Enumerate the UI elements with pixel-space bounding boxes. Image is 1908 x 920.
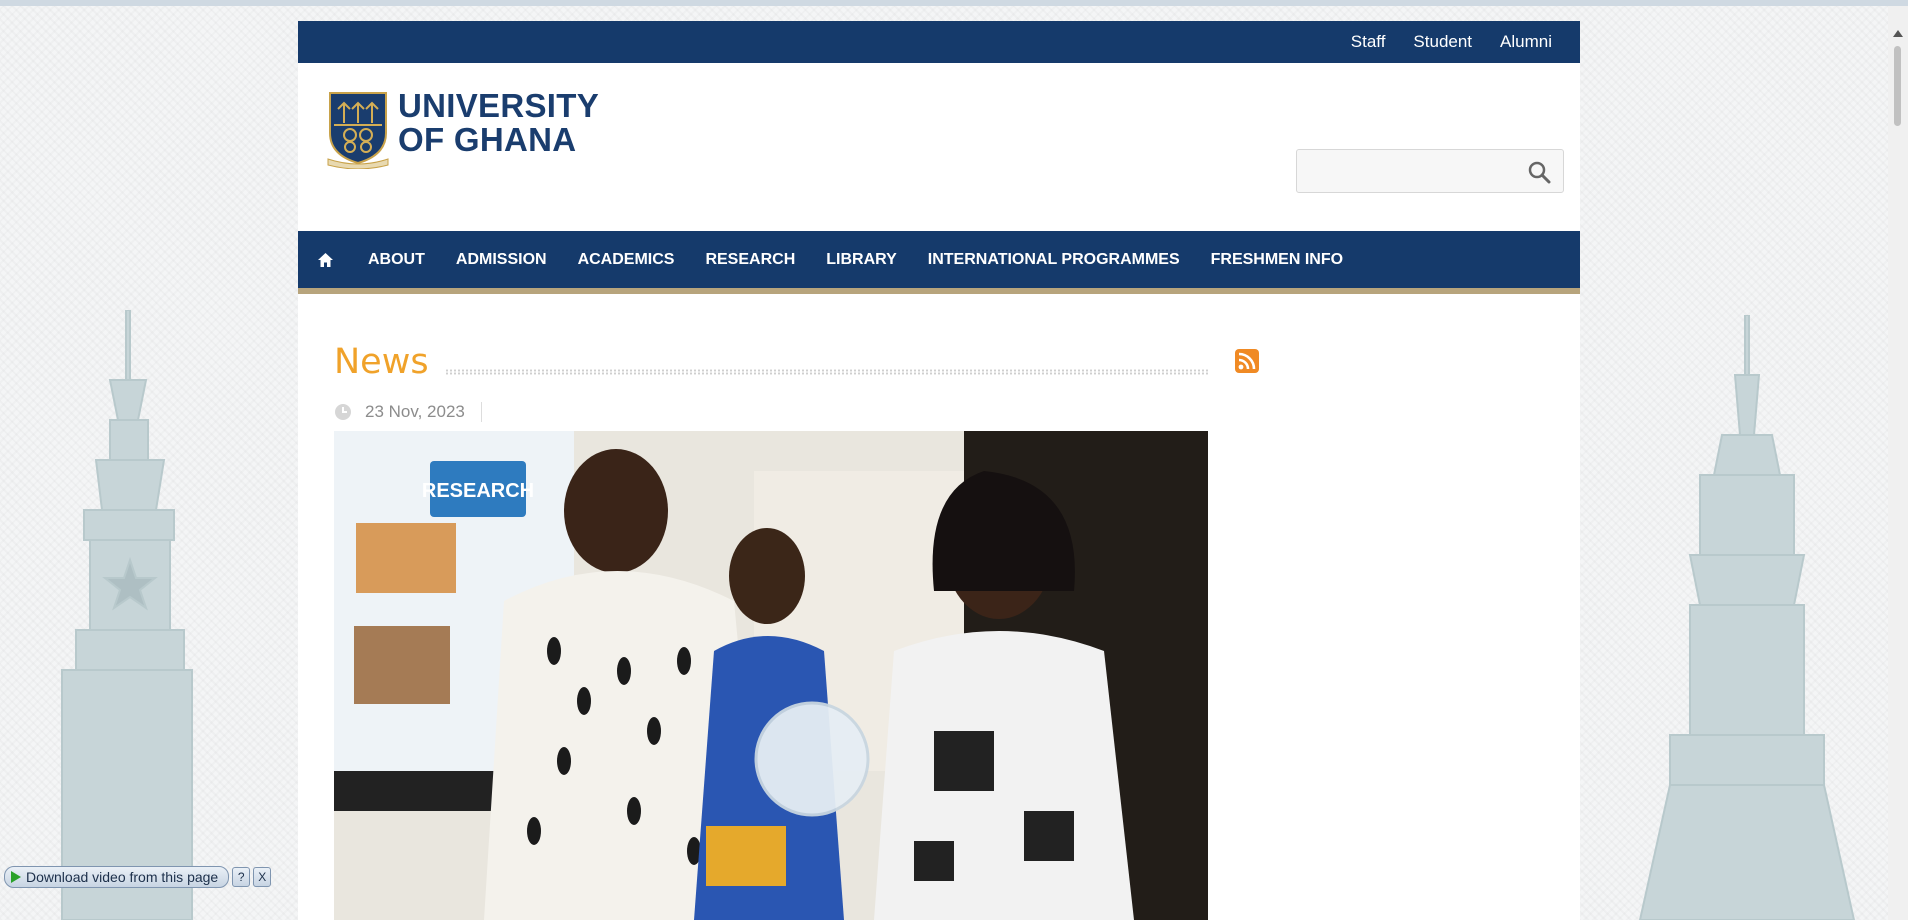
clock-tower-decoration-right [1638,315,1856,920]
news-title: News [334,342,429,382]
nav-item-research[interactable]: RESEARCH [705,251,795,269]
university-crest-icon [327,92,389,169]
download-close-button[interactable]: X [253,867,272,887]
search-box [1296,149,1564,193]
photo-sign-text: RESEARCH [422,480,534,502]
university-logo[interactable]: UNIVERSITY OF GHANA [326,89,599,169]
main-navigation: ABOUT ADMISSION ACADEMICS RESEARCH LIBRA… [298,231,1580,288]
nav-home[interactable] [300,231,350,288]
download-video-button[interactable]: Download video from this page [4,866,230,888]
news-section: News 23 Nov, 2023 [334,343,1208,423]
play-icon [11,871,21,883]
scroll-thumb[interactable] [1894,46,1901,126]
news-photo[interactable]: RESEARCH [334,431,1208,920]
article-date: 23 Nov, 2023 [365,402,482,422]
download-video-label: Download video from this page [26,869,219,885]
news-heading-row: News [334,343,1208,381]
dotted-divider [444,369,1208,375]
search-icon[interactable] [1527,160,1551,184]
nav-item-freshmen-info[interactable]: FRESHMEN INFO [1211,251,1343,269]
logo-wordmark: UNIVERSITY OF GHANA [398,89,599,157]
scroll-up-arrow-icon[interactable] [1893,30,1903,37]
utility-links: Staff Student Alumni [1351,21,1552,63]
download-video-bar: Download video from this page ? X [0,866,272,888]
clock-tower-decoration-left [61,310,193,920]
nav-item-admission[interactable]: ADMISSION [456,251,547,269]
site-header: UNIVERSITY OF GHANA +A A -A [298,63,1580,261]
logo-line-2: OF GHANA [398,121,577,158]
utility-bar: Staff Student Alumni [298,21,1580,63]
nav-item-library[interactable]: LIBRARY [826,251,897,269]
clock-icon [335,404,351,420]
vertical-scrollbar[interactable] [1888,6,1908,920]
home-icon [317,252,333,267]
nav-item-academics[interactable]: ACADEMICS [578,251,675,269]
nav-item-about[interactable]: ABOUT [368,251,425,269]
rss-feed-icon[interactable] [1235,349,1259,373]
staff-link[interactable]: Staff [1351,32,1386,52]
page-container: Staff Student Alumni UNIVERSITY OF GHANA [298,21,1580,920]
article-meta: 23 Nov, 2023 [334,401,1208,423]
search-input[interactable] [1305,158,1519,186]
nav-item-international-programmes[interactable]: INTERNATIONAL PROGRAMMES [928,251,1180,269]
nav-gold-underline [298,288,1580,294]
download-help-button[interactable]: ? [232,867,251,887]
logo-line-1: UNIVERSITY [398,87,600,124]
alumni-link[interactable]: Alumni [1500,32,1552,52]
student-link[interactable]: Student [1413,32,1472,52]
nav-items: ABOUT ADMISSION ACADEMICS RESEARCH LIBRA… [298,231,1356,288]
